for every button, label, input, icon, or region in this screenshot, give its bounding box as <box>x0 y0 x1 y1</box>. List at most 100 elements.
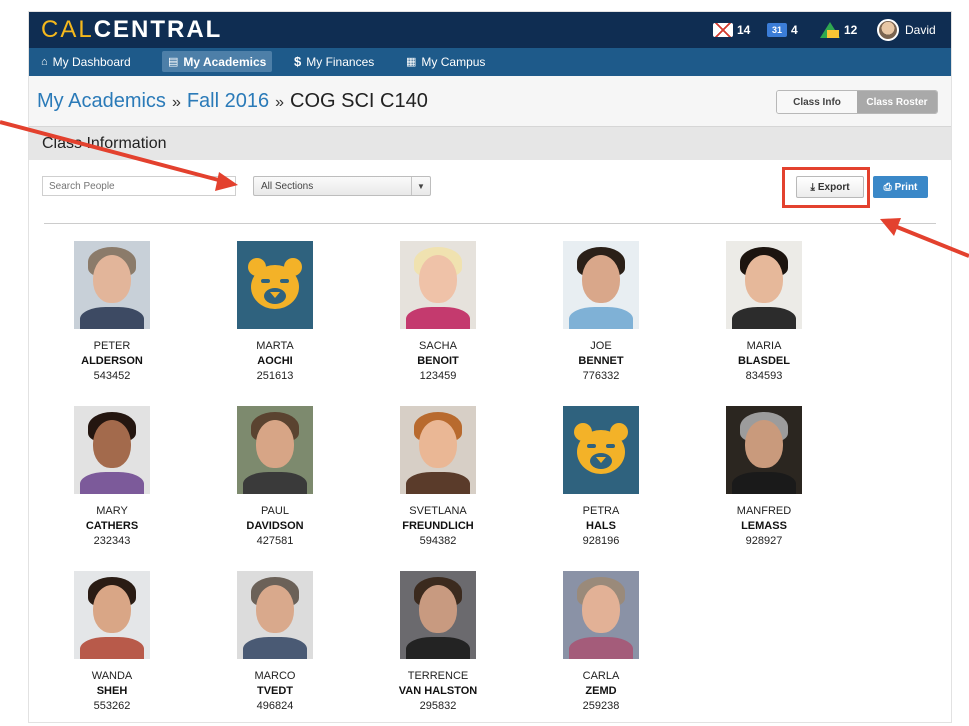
roster-person[interactable]: MARIA BLASDEL 834593 <box>694 241 834 384</box>
user-avatar <box>877 19 899 41</box>
nav-my-finances[interactable]: $ My Finances <box>288 51 380 72</box>
divider <box>44 223 936 224</box>
section-select[interactable]: All Sections ▼ <box>253 176 431 196</box>
person-student-id: 295832 <box>419 700 457 712</box>
person-last-name: BENOIT <box>417 355 459 367</box>
book-icon: ▤ <box>168 56 179 68</box>
person-first-name: MARCO <box>254 670 296 682</box>
person-student-id: 232343 <box>93 535 131 547</box>
person-first-name: SACHA <box>419 340 457 352</box>
default-bear-avatar <box>237 241 313 329</box>
roster-person[interactable]: PETER ALDERSON 543452 <box>42 241 182 384</box>
person-photo <box>400 241 476 329</box>
person-first-name: PAUL <box>261 505 289 517</box>
nav-my-campus[interactable]: ▦ My Campus <box>400 51 491 72</box>
person-photo <box>563 241 639 329</box>
roster-person[interactable]: MARCO TVEDT 496824 <box>205 571 345 714</box>
person-student-id: 427581 <box>256 535 294 547</box>
person-first-name: TERRENCE <box>407 670 469 682</box>
person-last-name: VAN HALSTON <box>398 685 478 697</box>
person-first-name: WANDA <box>91 670 133 682</box>
person-first-name: JOE <box>590 340 612 352</box>
calendar-icon: 31 <box>767 23 787 37</box>
person-photo <box>74 406 150 494</box>
section-title: Class Information <box>42 135 167 152</box>
grid-icon: ▦ <box>406 56 417 68</box>
person-last-name: TVEDT <box>256 685 294 697</box>
chevron-down-icon: ▼ <box>411 177 430 195</box>
print-button[interactable]: ⎙ Print <box>873 176 928 198</box>
nav-label: My Campus <box>421 54 486 69</box>
person-first-name: PETER <box>93 340 131 352</box>
person-student-id: 123459 <box>419 370 457 382</box>
person-last-name: ZEMD <box>585 685 617 697</box>
person-student-id: 834593 <box>745 370 783 382</box>
export-button[interactable]: ⤓ Export <box>796 176 864 198</box>
person-last-name: AOCHI <box>257 355 293 367</box>
class-roster-button[interactable]: Class Roster <box>857 91 937 113</box>
breadcrumb-separator: » <box>171 94 181 111</box>
roster-person[interactable]: JOE BENNET 776332 <box>531 241 671 384</box>
person-first-name: MANFRED <box>736 505 792 517</box>
person-first-name: CARLA <box>582 670 620 682</box>
person-first-name: PETRA <box>582 505 620 517</box>
breadcrumb-term[interactable]: Fall 2016 <box>187 90 269 112</box>
class-info-button[interactable]: Class Info <box>777 91 857 113</box>
roster-person[interactable]: PETRA HALS 928196 <box>531 406 671 549</box>
calcentral-app: CALCENTRAL 14 31 4 12 David ⌂ My Dashboa… <box>29 12 951 722</box>
breadcrumb-my-academics[interactable]: My Academics <box>37 90 166 112</box>
bear-icon <box>248 258 302 309</box>
roster-person[interactable]: TERRENCE VAN HALSTON 295832 <box>368 571 508 714</box>
person-student-id: 776332 <box>582 370 620 382</box>
main-nav: ⌂ My Dashboard ▤ My Academics $ My Finan… <box>29 48 951 76</box>
breadcrumb: My Academics » Fall 2016 » COG SCI C140 <box>37 90 428 113</box>
nav-label: My Finances <box>306 54 375 69</box>
person-student-id: 496824 <box>256 700 294 712</box>
person-photo <box>563 571 639 659</box>
nav-my-academics[interactable]: ▤ My Academics <box>162 51 273 72</box>
person-student-id: 251613 <box>256 370 294 382</box>
nav-label: My Academics <box>183 54 267 69</box>
drive-icon <box>820 22 840 38</box>
roster-person[interactable]: MARY CATHERS 232343 <box>42 406 182 549</box>
logo-central: CENTRAL <box>93 16 223 43</box>
nav-label: My Dashboard <box>52 54 131 69</box>
breadcrumb-separator: » <box>275 94 285 111</box>
person-photo <box>726 241 802 329</box>
calcentral-logo[interactable]: CALCENTRAL <box>41 16 222 44</box>
person-last-name: LEMASS <box>741 520 787 532</box>
drive-notifications[interactable]: 12 <box>820 21 857 39</box>
person-photo <box>74 241 150 329</box>
search-people-input[interactable] <box>42 176 236 196</box>
calendar-notifications[interactable]: 31 4 <box>767 21 798 39</box>
roster-person[interactable]: SVETLANA FREUNDLICH 594382 <box>368 406 508 549</box>
roster-person[interactable]: WANDA SHEH 553262 <box>42 571 182 714</box>
mail-icon <box>713 23 733 37</box>
top-header: CALCENTRAL 14 31 4 12 David <box>29 12 951 48</box>
view-toggle: Class Info Class Roster <box>776 90 938 114</box>
logo-cal: CAL <box>41 16 94 43</box>
nav-my-dashboard[interactable]: ⌂ My Dashboard <box>35 51 137 72</box>
person-last-name: BLASDEL <box>738 355 790 367</box>
person-student-id: 928196 <box>582 535 620 547</box>
mail-notifications[interactable]: 14 <box>713 21 750 39</box>
person-first-name: SVETLANA <box>409 505 467 517</box>
roster-person[interactable]: SACHA BENOIT 123459 <box>368 241 508 384</box>
person-first-name: MARIA <box>746 340 782 352</box>
person-photo <box>74 571 150 659</box>
user-menu[interactable]: David <box>877 19 936 41</box>
drive-count: 12 <box>844 23 858 37</box>
person-photo <box>237 571 313 659</box>
roster-person[interactable]: MARTA AOCHI 251613 <box>205 241 345 384</box>
person-photo <box>400 406 476 494</box>
roster-person[interactable]: CARLA ZEMD 259238 <box>531 571 671 714</box>
section-select-value: All Sections <box>261 180 314 192</box>
person-photo <box>726 406 802 494</box>
person-student-id: 543452 <box>93 370 131 382</box>
roster-person[interactable]: PAUL DAVIDSON 427581 <box>205 406 345 549</box>
roster-person[interactable]: MANFRED LEMASS 928927 <box>694 406 834 549</box>
home-icon: ⌂ <box>41 55 48 68</box>
person-last-name: SHEH <box>96 685 128 697</box>
user-name: David <box>905 23 936 37</box>
person-last-name: DAVIDSON <box>246 520 304 532</box>
